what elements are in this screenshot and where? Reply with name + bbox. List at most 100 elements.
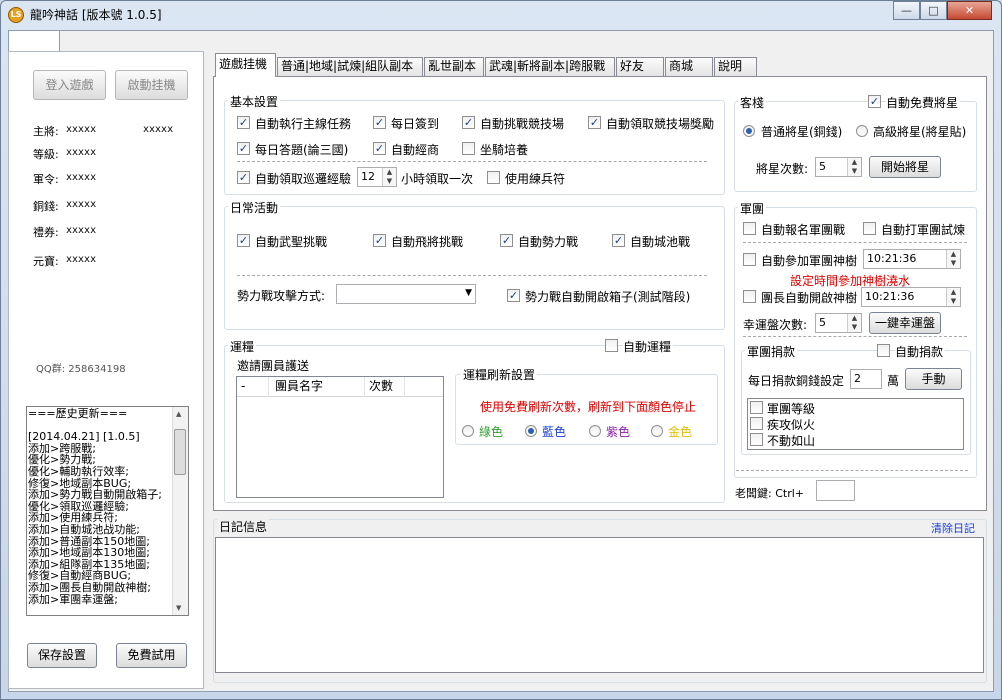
auto-main-task-label: 自動執行主線任務 bbox=[255, 117, 352, 131]
save-settings-button[interactable]: 保存設置 bbox=[27, 643, 97, 668]
swift-fire-checkbox[interactable] bbox=[750, 417, 763, 430]
auto-donate-label: 自動捐款 bbox=[895, 343, 946, 360]
color-purple-radio[interactable] bbox=[589, 425, 601, 437]
auto-main-task-checkbox[interactable]: ✓ bbox=[237, 116, 250, 129]
tab-shop[interactable]: 商城 bbox=[665, 57, 713, 76]
patrol-hours-spin-buttons[interactable]: ▲ ▼ bbox=[382, 168, 396, 186]
color-green-radio[interactable] bbox=[462, 425, 474, 437]
patrol-hours-spinner[interactable]: 12 ▲ ▼ bbox=[357, 167, 397, 187]
boss-key-label: 老闆鍵: Ctrl+ bbox=[735, 487, 804, 500]
use-train-token-checkbox[interactable] bbox=[487, 171, 500, 184]
auto-city-war-label: 自動城池戰 bbox=[630, 235, 691, 249]
tab-help[interactable]: 說明 bbox=[714, 57, 757, 76]
lucky-count-spin-buttons[interactable]: ▲ ▼ bbox=[847, 314, 861, 332]
log-textbox[interactable] bbox=[215, 537, 984, 673]
leader-time-spin-buttons[interactable]: ▲ ▼ bbox=[946, 288, 960, 306]
auto-trial-checkbox[interactable] bbox=[863, 222, 876, 235]
daily-activities-group bbox=[224, 206, 725, 330]
start-hangup-button[interactable]: 啟動挂機 bbox=[115, 70, 188, 100]
column-header-count[interactable]: 次數 bbox=[365, 377, 405, 397]
steady-mountain-checkbox[interactable] bbox=[750, 433, 763, 446]
auto-donate-checkbox[interactable] bbox=[877, 344, 890, 357]
divider bbox=[743, 336, 967, 337]
tree-time-picker[interactable]: 10:21:36 ▲ ▼ bbox=[863, 249, 961, 269]
attack-mode-select[interactable]: ▼ bbox=[336, 284, 476, 304]
spin-down-icon[interactable]: ▼ bbox=[848, 167, 861, 176]
level-label: 等級: bbox=[33, 148, 59, 161]
daily-donate-input[interactable]: 2 bbox=[850, 369, 882, 389]
scroll-up-icon[interactable]: ▲ bbox=[176, 410, 181, 418]
general-label: 主將: bbox=[33, 125, 59, 138]
level-value: xxxxx bbox=[66, 147, 97, 158]
boss-key-input[interactable] bbox=[816, 480, 855, 501]
members-listview[interactable]: - 團員名字 次數 bbox=[236, 376, 444, 498]
auto-escort-checkbox[interactable] bbox=[605, 339, 618, 352]
auto-arena-checkbox[interactable]: ✓ bbox=[462, 116, 475, 129]
auto-free-star-checkbox[interactable]: ✓ bbox=[868, 95, 881, 108]
tab-friends[interactable]: 好友 bbox=[616, 57, 664, 76]
star-count-spinner[interactable]: 5 ▲ ▼ bbox=[815, 157, 862, 177]
leader-time-picker[interactable]: 10:21:36 ▲ ▼ bbox=[861, 287, 961, 307]
free-trial-button[interactable]: 免費試用 bbox=[116, 643, 187, 668]
leader-tree-checkbox[interactable] bbox=[743, 290, 756, 303]
auto-city-war-checkbox[interactable]: ✓ bbox=[612, 234, 625, 247]
color-blue-radio[interactable] bbox=[525, 425, 537, 437]
scroll-down-icon[interactable]: ▼ bbox=[176, 604, 181, 612]
normal-star-radio[interactable] bbox=[743, 125, 755, 137]
normal-star-label: 普通將星(銅錢) bbox=[761, 125, 843, 139]
scroll-thumb[interactable] bbox=[174, 429, 186, 475]
spin-up-icon[interactable]: ▲ bbox=[848, 314, 861, 323]
column-header-toggle[interactable]: - bbox=[237, 377, 269, 397]
divider bbox=[736, 470, 968, 471]
spin-up-icon[interactable]: ▲ bbox=[383, 168, 396, 177]
history-box[interactable]: ===歷史更新=== [2014.04.21] [1.0.5] 添加>跨服戰; … bbox=[26, 406, 189, 616]
manual-donate-button[interactable]: 手動 bbox=[905, 368, 962, 390]
history-scrollbar[interactable]: ▲ ▼ bbox=[172, 407, 188, 615]
tab-game-hangup[interactable]: 遊戲挂機 bbox=[215, 53, 276, 77]
auto-arena-reward-checkbox[interactable]: ✓ bbox=[588, 116, 601, 129]
spin-down-icon[interactable]: ▼ bbox=[947, 259, 960, 268]
mount-train-checkbox[interactable] bbox=[462, 142, 475, 155]
tab-dungeons[interactable]: 普通|地域|試煉|組队副本 bbox=[277, 57, 423, 76]
lucky-wheel-button[interactable]: 一鍵幸運盤 bbox=[869, 312, 941, 334]
star-count-spin-buttons[interactable]: ▲ ▼ bbox=[847, 158, 861, 176]
auto-arena-label: 自動挑戰競技場 bbox=[480, 117, 565, 131]
chevron-down-icon[interactable]: ▼ bbox=[465, 285, 472, 302]
history-line: 添加>軍團幸運盤; bbox=[28, 592, 118, 606]
auto-feijiang-checkbox[interactable]: ✓ bbox=[373, 234, 386, 247]
auto-feijiang-label: 自動飛將挑戰 bbox=[391, 235, 464, 249]
spin-down-icon[interactable]: ▼ bbox=[383, 177, 396, 186]
auto-tree-checkbox[interactable] bbox=[743, 253, 756, 266]
auto-signup-checkbox[interactable] bbox=[743, 222, 756, 235]
daily-sign-checkbox[interactable]: ✓ bbox=[373, 116, 386, 129]
column-header-member-name[interactable]: 團員名字 bbox=[269, 377, 365, 397]
auto-faction-war-checkbox[interactable]: ✓ bbox=[500, 234, 513, 247]
auto-trade-checkbox[interactable]: ✓ bbox=[373, 142, 386, 155]
auto-open-box-checkbox[interactable]: ✓ bbox=[507, 289, 520, 302]
start-star-button[interactable]: 開始將星 bbox=[869, 156, 941, 178]
color-gold-radio[interactable] bbox=[651, 425, 663, 437]
minimize-button[interactable]: — bbox=[893, 1, 920, 20]
spin-down-icon[interactable]: ▼ bbox=[947, 297, 960, 306]
auto-patrol-checkbox[interactable]: ✓ bbox=[237, 171, 250, 184]
legion-level-checkbox[interactable] bbox=[750, 401, 763, 414]
close-button[interactable]: ✕ bbox=[947, 1, 992, 20]
left-tab[interactable] bbox=[8, 30, 60, 52]
login-game-button[interactable]: 登入遊戲 bbox=[33, 70, 106, 100]
tab-soul-crossserver[interactable]: 武魂|斬將副本|跨服戰 bbox=[485, 57, 615, 76]
spin-up-icon[interactable]: ▲ bbox=[947, 250, 960, 259]
army-order-label: 軍令: bbox=[33, 173, 59, 186]
general-value-2: xxxxx bbox=[143, 124, 174, 135]
auto-wusheng-checkbox[interactable]: ✓ bbox=[237, 234, 250, 247]
tab-chaos-dungeon[interactable]: 亂世副本 bbox=[424, 57, 484, 76]
spin-down-icon[interactable]: ▼ bbox=[848, 323, 861, 332]
advanced-star-radio[interactable] bbox=[856, 125, 868, 137]
daily-quiz-checkbox[interactable]: ✓ bbox=[237, 142, 250, 155]
maximize-button[interactable]: □ bbox=[920, 1, 947, 20]
lucky-count-spinner[interactable]: 5 ▲ ▼ bbox=[815, 313, 862, 333]
spin-up-icon[interactable]: ▲ bbox=[947, 288, 960, 297]
escort-refresh-title: 運糧刷新設置 bbox=[461, 366, 538, 383]
clear-log-link[interactable]: 清除日記 bbox=[931, 520, 975, 536]
spin-up-icon[interactable]: ▲ bbox=[848, 158, 861, 167]
tree-time-spin-buttons[interactable]: ▲ ▼ bbox=[946, 250, 960, 268]
